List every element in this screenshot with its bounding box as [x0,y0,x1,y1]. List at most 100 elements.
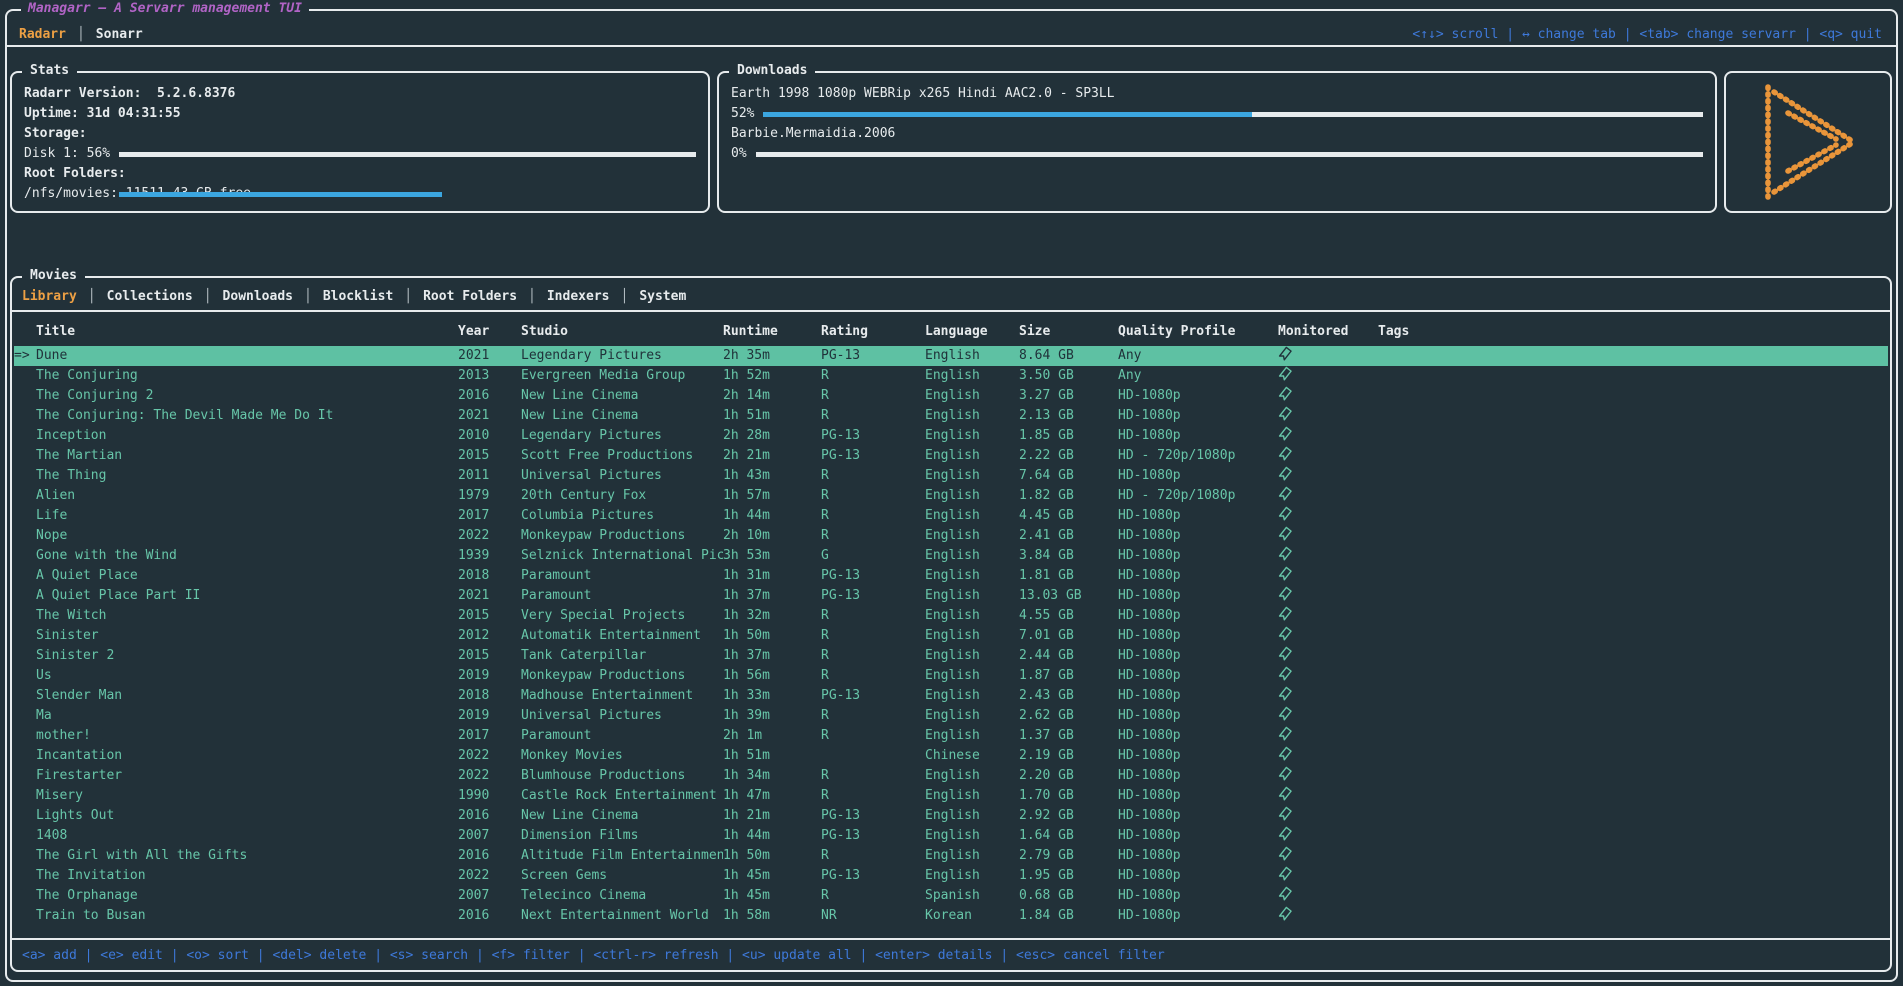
movie-row[interactable]: The Martian2015Scott Free Productions2h … [14,446,1888,466]
movie-row[interactable]: =>Dune2021Legendary Pictures2h 35mPG-13E… [14,346,1888,366]
movie-row[interactable]: Incantation2022Monkey Movies1h 51mChines… [14,746,1888,766]
movie-quality-profile: HD-1080p [1118,606,1278,626]
movie-row[interactable]: Inception2010Legendary Pictures2h 28mPG-… [14,426,1888,446]
movie-row[interactable]: Life2017Columbia Pictures1h 44mREnglish4… [14,506,1888,526]
movie-row[interactable]: Us2019Monkeypaw Productions1h 56mREnglis… [14,666,1888,686]
tab-system[interactable]: System [639,287,686,307]
movie-runtime: 2h 35m [723,346,821,366]
movie-row[interactable]: The Thing2011Universal Pictures1h 43mREn… [14,466,1888,486]
tab-collections[interactable]: Collections [107,287,193,307]
monitored-bookmark-icon [1278,786,1292,802]
movie-year: 2011 [458,466,521,486]
radarr-version: Radarr Version: 5.2.6.8376 [24,84,696,104]
tab-indexers[interactable]: Indexers [547,287,610,307]
movie-runtime: 1h 58m [723,906,821,926]
movie-title: Firestarter [36,766,458,786]
movie-rating: PG-13 [821,446,925,466]
movie-title: The Thing [36,466,458,486]
movie-monitored [1278,766,1378,786]
movie-size: 2.41 GB [1019,526,1118,546]
downloads-panel-title: Downloads [729,61,815,81]
movie-monitored [1278,726,1378,746]
movie-title: Misery [36,786,458,806]
movie-size: 1.37 GB [1019,726,1118,746]
movie-runtime: 1h 21m [723,806,821,826]
download-progress-row: 0% [731,144,1703,164]
monitored-bookmark-icon [1278,906,1292,922]
movie-row[interactable]: Firestarter2022Blumhouse Productions1h 3… [14,766,1888,786]
movie-title: Sinister [36,626,458,646]
movie-tags [1378,906,1888,926]
movie-row[interactable]: The Conjuring: The Devil Made Me Do It20… [14,406,1888,426]
movie-row[interactable]: Lights Out2016New Line Cinema1h 21mPG-13… [14,806,1888,826]
movie-row[interactable]: A Quiet Place2018Paramount1h 31mPG-13Eng… [14,566,1888,586]
movie-tags [1378,406,1888,426]
movie-rating: PG-13 [821,426,925,446]
movie-monitored [1278,646,1378,666]
movie-monitored [1278,386,1378,406]
movie-monitored [1278,846,1378,866]
movie-row[interactable]: The Invitation2022Screen Gems1h 45mPG-13… [14,866,1888,886]
monitored-bookmark-icon [1278,526,1292,542]
movie-title: Alien [36,486,458,506]
tab-downloads[interactable]: Downloads [223,287,293,307]
movie-quality-profile: HD-1080p [1118,426,1278,446]
movie-language: English [925,546,1019,566]
tab-root-folders[interactable]: Root Folders [423,287,517,307]
download-progress-track [756,152,1703,157]
movie-row[interactable]: The Girl with All the Gifts2016Altitude … [14,846,1888,866]
movie-row[interactable]: Misery1990Castle Rock Entertainment1h 47… [14,786,1888,806]
movie-row[interactable]: Gone with the Wind1939Selznick Internati… [14,546,1888,566]
disk-usage-row: Disk 1: 56% [24,144,696,164]
movie-row[interactable]: The Witch2015Very Special Projects1h 32m… [14,606,1888,626]
movie-quality-profile: HD-1080p [1118,506,1278,526]
movie-runtime: 3h 53m [723,546,821,566]
movie-row[interactable]: The Conjuring 22016New Line Cinema2h 14m… [14,386,1888,406]
tab-library[interactable]: Library [22,287,77,307]
movie-tags [1378,506,1888,526]
movie-year: 2013 [458,366,521,386]
movie-row[interactable]: Alien197920th Century Fox1h 57mREnglish1… [14,486,1888,506]
movie-size: 2.92 GB [1019,806,1118,826]
movie-row[interactable]: Slender Man2018Madhouse Entertainment1h … [14,686,1888,706]
movie-size: 4.45 GB [1019,506,1118,526]
movie-row[interactable]: The Orphanage2007Telecinco Cinema1h 45mR… [14,886,1888,906]
movie-title: The Conjuring 2 [36,386,458,406]
movie-runtime: 2h 1m [723,726,821,746]
movie-row[interactable]: Nope2022Monkeypaw Productions2h 10mREngl… [14,526,1888,546]
movie-quality-profile: HD-1080p [1118,466,1278,486]
monitored-bookmark-icon [1278,586,1292,602]
monitored-bookmark-icon [1278,426,1292,442]
monitored-bookmark-icon [1278,726,1292,742]
movie-runtime: 2h 10m [723,526,821,546]
movie-row[interactable]: Train to Busan2016Next Entertainment Wor… [14,906,1888,926]
movie-year: 2007 [458,886,521,906]
movie-language: Chinese [925,746,1019,766]
movie-studio: Madhouse Entertainment [521,686,723,706]
movie-row[interactable]: Sinister 22015Tank Caterpillar1h 37mREng… [14,646,1888,666]
tab-blocklist[interactable]: Blocklist [323,287,393,307]
selection-marker [14,606,36,626]
tab-sonarr[interactable]: Sonarr [96,25,143,45]
movie-row[interactable]: 14082007Dimension Films1h 44mPG-13Englis… [14,826,1888,846]
managarr-play-logo-icon [1750,79,1866,205]
movie-size: 1.95 GB [1019,866,1118,886]
movie-row[interactable]: Sinister2012Automatik Entertainment1h 50… [14,626,1888,646]
selection-marker [14,786,36,806]
movie-row[interactable]: The Conjuring2013Evergreen Media Group1h… [14,366,1888,386]
movie-rating: R [821,526,925,546]
movie-year: 2007 [458,826,521,846]
movie-tags [1378,346,1888,366]
movie-year: 2016 [458,806,521,826]
movie-row[interactable]: A Quiet Place Part II2021Paramount1h 37m… [14,586,1888,606]
movie-row[interactable]: mother!2017Paramount2h 1mREnglish1.37 GB… [14,726,1888,746]
movie-year: 2019 [458,706,521,726]
movie-studio: Selznick International Pic [521,546,723,566]
movies-panel: Movies Library│Collections│Downloads│Blo… [10,276,1892,972]
monitored-bookmark-icon [1278,366,1292,382]
download-percent-label: 0% [731,144,747,164]
movie-tags [1378,766,1888,786]
movie-row[interactable]: Ma2019Universal Pictures1h 39mREnglish2.… [14,706,1888,726]
movie-size: 1.64 GB [1019,826,1118,846]
tab-radarr[interactable]: Radarr [19,25,66,45]
